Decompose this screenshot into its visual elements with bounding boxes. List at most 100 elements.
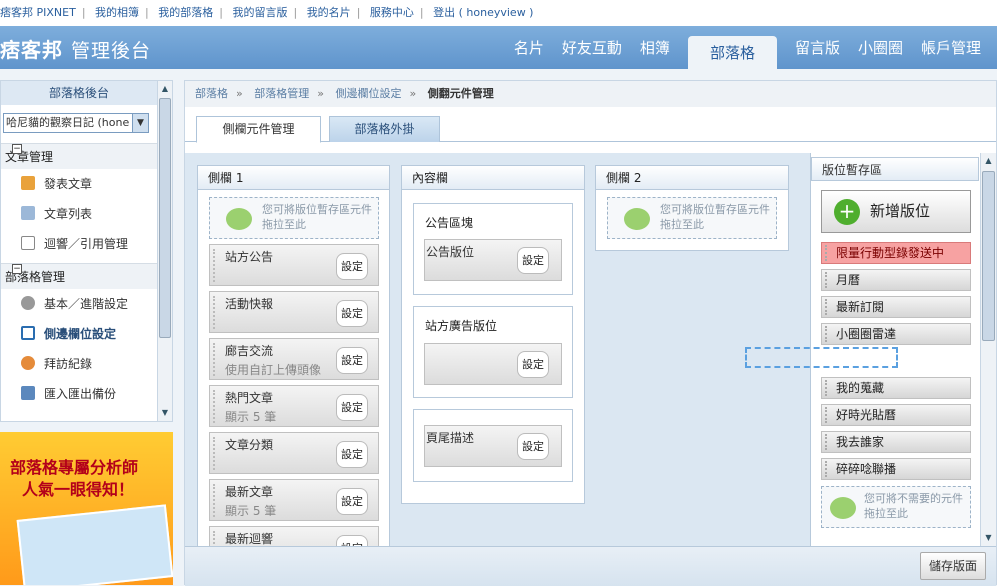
pool-widget[interactable]: 我的蒐藏	[821, 377, 971, 399]
breadcrumb-blog[interactable]: 部落格	[195, 87, 228, 100]
visitors-icon	[21, 356, 35, 370]
sidebar-item-post-list[interactable]: 文章列表	[1, 199, 172, 229]
widget-item[interactable]: 公告版位 設定	[424, 239, 562, 281]
drag-handle[interactable]	[825, 461, 828, 477]
breadcrumb-blog-management[interactable]: 部落格管理	[254, 87, 309, 100]
logo[interactable]: 痞客邦 管理後台	[0, 34, 151, 63]
collapse-icon[interactable]: −	[12, 264, 22, 274]
drag-handle[interactable]	[213, 437, 216, 470]
widget-settings-button[interactable]: 設定	[336, 253, 368, 280]
drag-handle[interactable]	[825, 299, 828, 315]
pool-widget[interactable]: 限量行動型錄發送中	[821, 242, 971, 264]
sidebar-item-backup[interactable]: 匯入匯出備份	[1, 379, 172, 409]
drag-handle[interactable]	[213, 249, 216, 282]
my-card-link[interactable]: 我的名片	[307, 6, 351, 19]
box-title: 公告區塊	[425, 216, 474, 230]
widget-name: 最新迴響	[225, 532, 274, 546]
pool-widget[interactable]: 好時光貼曆	[821, 404, 971, 426]
widget-item[interactable]: 設定	[424, 343, 562, 385]
scroll-down-icon[interactable]: ▼	[159, 406, 171, 420]
save-layout-button[interactable]: 儲存版面	[920, 552, 986, 580]
drag-handle[interactable]	[825, 326, 828, 342]
scroll-thumb[interactable]	[159, 98, 171, 338]
widget-settings-button[interactable]: 設定	[336, 535, 368, 546]
add-widget-button[interactable]: + 新增版位	[821, 190, 971, 233]
content-box: 站方廣告版位 設定	[413, 306, 573, 398]
analytics-ad-banner[interactable]: 部落格專屬分析師 人氣一眼得知！	[0, 432, 173, 585]
tab-sidebar-widgets[interactable]: 側欄元件管理	[196, 116, 321, 143]
drag-handle[interactable]	[213, 531, 216, 546]
trash-drop-zone[interactable]: 您可將不需要的元件拖拉至此	[821, 486, 971, 528]
sidebar-item-settings[interactable]: 基本／進階設定	[1, 289, 172, 319]
scroll-up-icon[interactable]: ▲	[982, 154, 995, 168]
drag-handle[interactable]	[213, 390, 216, 423]
collapse-icon[interactable]: −	[12, 144, 22, 154]
drop-zone[interactable]: 您可將版位暫存區元件拖拉至此	[209, 197, 379, 239]
nav-friends[interactable]: 好友互動	[562, 37, 622, 58]
nav-guestbook[interactable]: 留言版	[795, 37, 840, 58]
scroll-thumb[interactable]	[982, 171, 995, 341]
widget-settings-button[interactable]: 設定	[517, 351, 549, 378]
sidebar-item-comments[interactable]: 迴響／引用管理	[1, 229, 172, 259]
widget-item[interactable]: 最新迴響 設定	[209, 526, 379, 546]
drop-zone[interactable]: 您可將版位暫存區元件拖拉至此	[607, 197, 777, 239]
content-column: 內容欄 公告區塊 公告版位 設定 站方廣告版位 設定 頁尾描述 設定	[401, 165, 585, 504]
canvas-scrollbar[interactable]: ▲ ▼	[980, 153, 996, 546]
widget-settings-button[interactable]: 設定	[517, 247, 549, 274]
nav-account[interactable]: 帳戶管理	[921, 37, 981, 58]
pool-widget[interactable]: 碎碎唸聯播	[821, 458, 971, 480]
widget-item[interactable]: 文章分類 設定	[209, 432, 379, 474]
widget-settings-button[interactable]: 設定	[336, 300, 368, 327]
drag-handle[interactable]	[825, 380, 828, 396]
sidebar-scrollbar[interactable]: ▲ ▼	[157, 81, 172, 421]
widget-settings-button[interactable]: 設定	[336, 441, 368, 468]
drag-handle[interactable]	[825, 245, 828, 261]
sidebar-item-sidebar-layout[interactable]: 側邊欄位設定	[1, 319, 172, 349]
pool-widget[interactable]: 我去誰家	[821, 431, 971, 453]
widget-settings-button[interactable]: 設定	[336, 347, 368, 374]
drag-handle[interactable]	[213, 296, 216, 329]
drop-arrow-icon	[624, 208, 650, 230]
nav-album[interactable]: 相簿	[640, 37, 670, 58]
sidebar-item-visits[interactable]: 拜訪紀錄	[1, 349, 172, 379]
drag-handle[interactable]	[213, 484, 216, 517]
nav-card[interactable]: 名片	[514, 37, 544, 58]
drag-handle[interactable]	[213, 343, 216, 376]
scroll-down-icon[interactable]: ▼	[982, 531, 995, 545]
drag-handle[interactable]	[825, 272, 828, 288]
pool-widget[interactable]: 小圈圈雷達	[821, 323, 971, 345]
widget-item[interactable]: 熱門文章 顯示 5 筆 設定	[209, 385, 379, 427]
widget-item[interactable]: 頁尾描述 設定	[424, 425, 562, 467]
widget-item[interactable]: 廊吉交流 使用自訂上傳頭像 設定	[209, 338, 379, 380]
breadcrumb-sidebar-settings[interactable]: 側邊欄位設定	[335, 87, 401, 100]
my-guestbook-link[interactable]: 我的留言版	[232, 6, 287, 19]
nav-circles[interactable]: 小圈圈	[858, 37, 903, 58]
drag-handle[interactable]	[825, 407, 828, 423]
widget-settings-button[interactable]: 設定	[517, 433, 549, 460]
widget-item[interactable]: 最新文章 顯示 5 筆 設定	[209, 479, 379, 521]
scroll-up-icon[interactable]: ▲	[159, 82, 171, 96]
widget-item[interactable]: 站方公告 設定	[209, 244, 379, 286]
logout-link[interactable]: 登出 ( honeyview )	[433, 6, 533, 19]
pool-widget[interactable]: 最新訂閱	[821, 296, 971, 318]
my-album-link[interactable]: 我的相簿	[95, 6, 139, 19]
chevron-down-icon[interactable]: ▼	[132, 114, 148, 132]
nav-blog[interactable]: 部落格	[687, 36, 777, 69]
comment-icon	[21, 236, 35, 250]
ad-line-1: 部落格專屬分析師	[10, 458, 139, 477]
service-center-link[interactable]: 服務中心	[370, 6, 414, 19]
my-blog-link[interactable]: 我的部落格	[158, 6, 213, 19]
widget-item[interactable]: 活動快報 設定	[209, 291, 379, 333]
blog-select[interactable]: 哈尼貓的觀察日記 (hone ▼	[3, 113, 149, 133]
sidebar-item-new-post[interactable]: 發表文章	[1, 169, 172, 199]
widget-settings-button[interactable]: 設定	[336, 394, 368, 421]
section-articles[interactable]: − 文章管理	[1, 143, 157, 169]
drag-handle[interactable]	[825, 434, 828, 450]
pool-widget[interactable]: 月曆	[821, 269, 971, 291]
breadcrumb-separator: »	[317, 87, 324, 100]
section-blog-management[interactable]: − 部落格管理	[1, 263, 157, 289]
widget-settings-button[interactable]: 設定	[336, 488, 368, 515]
pixnet-link[interactable]: 痞客邦 PIXNET	[0, 6, 76, 19]
tab-blog-plugins[interactable]: 部落格外掛	[329, 116, 440, 142]
widget-subtitle: 顯示 5 筆	[225, 504, 277, 518]
